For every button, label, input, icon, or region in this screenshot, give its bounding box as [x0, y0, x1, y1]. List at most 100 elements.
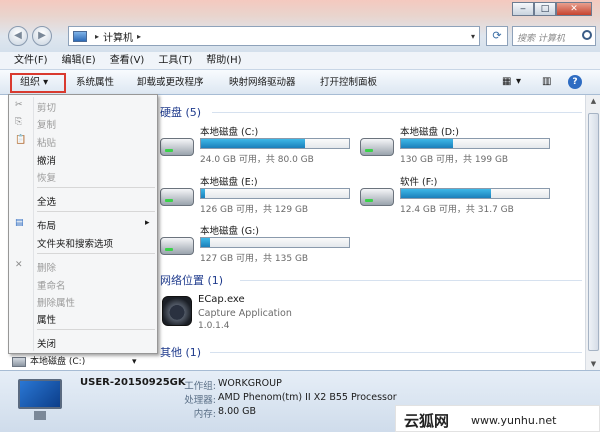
- drive-space-info: 12.4 GB 可用，共 31.7 GB: [400, 205, 514, 215]
- network-app-ecap[interactable]: ECap.exe Capture Application 1.0.1.4: [162, 292, 362, 336]
- selected-drive-label: 本地磁盘 (C:): [30, 357, 86, 367]
- menu-icon-strip: [33, 97, 34, 351]
- refresh-button[interactable]: ⟳: [486, 26, 508, 46]
- group-network-header[interactable]: 网络位置 (1): [160, 272, 223, 288]
- preview-pane-icon[interactable]: ▥: [542, 76, 551, 87]
- scroll-thumb[interactable]: [588, 113, 599, 351]
- vertical-scrollbar[interactable]: ▲ ▼: [585, 95, 600, 370]
- cpu-value: AMD Phenom(tm) II X2 B55 Processor: [218, 392, 397, 403]
- copy-icon: ⎘: [15, 117, 23, 127]
- menu-item-delete[interactable]: 删除: [37, 260, 56, 274]
- system-properties-button[interactable]: 系统属性: [76, 75, 114, 90]
- address-bar[interactable]: ▸ 计算机 ▸ ▾: [68, 26, 480, 46]
- app-name: ECap.exe: [198, 294, 245, 305]
- close-button[interactable]: ✕: [556, 2, 592, 16]
- menu-item-close[interactable]: 关闭: [37, 336, 56, 350]
- drive-space-info: 24.0 GB 可用，共 80.0 GB: [200, 155, 314, 165]
- cut-icon: ✂: [15, 100, 23, 110]
- menu-separator: [37, 253, 155, 254]
- menu-view[interactable]: 查看(V): [110, 52, 145, 69]
- view-options-icon[interactable]: ▦: [502, 76, 511, 87]
- back-button[interactable]: ◀: [8, 26, 28, 46]
- cpu-label: 处理器:: [184, 395, 216, 406]
- group-divider: [210, 352, 582, 353]
- menu-item-select-all[interactable]: 全选: [37, 194, 56, 208]
- minimize-button[interactable]: ‒: [512, 2, 534, 16]
- drive-name: 软件 (F:): [400, 177, 438, 188]
- organize-button[interactable]: 组织 ▾: [10, 73, 66, 93]
- hard-drive-icon: [360, 138, 394, 156]
- drive-f[interactable]: 软件 (F:) 12.4 GB 可用，共 31.7 GB: [360, 174, 560, 216]
- address-dropdown-icon[interactable]: ▾: [471, 32, 475, 41]
- drive-space-info: 126 GB 可用，共 129 GB: [200, 205, 309, 215]
- drive-e[interactable]: 本地磁盘 (E:) 126 GB 可用，共 129 GB: [160, 174, 360, 216]
- menu-tools[interactable]: 工具(T): [158, 52, 192, 69]
- watermark-brand: 云狐网: [404, 412, 450, 430]
- drive-usage-fill: [201, 238, 210, 247]
- scroll-up-icon[interactable]: ▲: [586, 97, 600, 105]
- group-other-header[interactable]: 其他 (1): [160, 344, 201, 360]
- left-pane-selected-item[interactable]: 本地磁盘 (C:) ▾: [0, 354, 158, 370]
- group-divider: [240, 280, 582, 281]
- drive-usage-bar: [200, 237, 350, 248]
- menu-help[interactable]: 帮助(H): [206, 52, 241, 69]
- watermark-url: www.yunhu.net: [471, 414, 557, 427]
- search-input[interactable]: 搜索 计算机: [512, 26, 596, 46]
- command-bar: 组织 ▾ 系统属性 卸载或更改程序 映射网络驱动器 打开控制面板 ▦ ▾ ▥ ?: [0, 69, 600, 95]
- menu-item-folder-options[interactable]: 文件夹和搜索选项: [37, 236, 113, 250]
- watermark: 云狐网 www.yunhu.net: [395, 405, 600, 432]
- menu-separator: [37, 211, 155, 212]
- menu-bar: 文件(F) 编辑(E) 查看(V) 工具(T) 帮助(H): [0, 52, 600, 69]
- menu-item-properties[interactable]: 属性: [37, 312, 56, 326]
- map-network-drive-button[interactable]: 映射网络驱动器: [229, 75, 296, 90]
- drive-usage-fill: [201, 189, 206, 198]
- menu-item-layout[interactable]: 布局: [37, 218, 56, 232]
- menu-item-copy[interactable]: 复制: [37, 117, 56, 131]
- maximize-button[interactable]: □: [534, 2, 556, 16]
- drive-usage-fill: [201, 139, 305, 148]
- drive-usage-bar: [400, 188, 550, 199]
- drive-d[interactable]: 本地磁盘 (D:) 130 GB 可用，共 199 GB: [360, 124, 560, 166]
- uninstall-program-button[interactable]: 卸载或更改程序: [137, 75, 204, 90]
- drive-name: 本地磁盘 (D:): [400, 127, 459, 138]
- drive-usage-fill: [401, 189, 492, 198]
- expand-arrow-icon[interactable]: ▾: [132, 354, 137, 370]
- menu-item-redo[interactable]: 恢复: [37, 170, 56, 184]
- group-hdd-header[interactable]: 硬盘 (5): [160, 104, 201, 120]
- title-bar: ‒ □ ✕ ◀ ▶ ▸ 计算机 ▸ ▾ ⟳ 搜索 计算机: [0, 0, 600, 52]
- drive-usage-fill: [401, 139, 453, 148]
- workgroup-value: WORKGROUP: [218, 378, 282, 389]
- menu-item-remove-properties[interactable]: 删除属性: [37, 295, 75, 309]
- menu-edit[interactable]: 编辑(E): [62, 52, 96, 69]
- breadcrumb-separator-icon: ▸: [95, 31, 100, 41]
- workgroup-label: 工作组:: [184, 381, 216, 392]
- help-icon[interactable]: ?: [568, 75, 582, 89]
- submenu-arrow-icon: ▸: [145, 218, 150, 228]
- breadcrumb-separator-icon: ▸: [137, 31, 142, 41]
- drive-name: 本地磁盘 (E:): [200, 177, 258, 188]
- menu-file[interactable]: 文件(F): [14, 52, 48, 69]
- search-placeholder: 搜索 计算机: [517, 34, 565, 44]
- breadcrumb-computer[interactable]: 计算机: [103, 29, 133, 44]
- drive-c[interactable]: 本地磁盘 (C:) 24.0 GB 可用，共 80.0 GB: [160, 124, 360, 166]
- menu-item-rename[interactable]: 重命名: [37, 278, 66, 292]
- hard-drive-icon: [160, 188, 194, 206]
- open-control-panel-button[interactable]: 打开控制面板: [320, 75, 377, 90]
- hard-drive-icon: [160, 138, 194, 156]
- forward-button[interactable]: ▶: [32, 26, 52, 46]
- menu-item-paste[interactable]: 粘贴: [37, 135, 56, 149]
- view-dropdown-icon[interactable]: ▾: [516, 76, 521, 87]
- search-icon: [582, 30, 592, 40]
- layout-icon: ▤: [15, 218, 24, 228]
- scroll-down-icon[interactable]: ▼: [586, 360, 600, 368]
- drive-name: 本地磁盘 (C:): [200, 127, 259, 138]
- window-controls: ‒ □ ✕: [512, 2, 592, 16]
- menu-separator: [37, 329, 155, 330]
- app-version: 1.0.1.4: [198, 321, 230, 331]
- menu-item-cut[interactable]: 剪切: [37, 100, 56, 114]
- drive-g[interactable]: 本地磁盘 (G:) 127 GB 可用，共 135 GB: [160, 223, 360, 265]
- app-description: Capture Application: [198, 308, 292, 319]
- drive-usage-bar: [200, 188, 350, 199]
- menu-item-undo[interactable]: 撤消: [37, 153, 56, 167]
- hard-drive-icon: [160, 237, 194, 255]
